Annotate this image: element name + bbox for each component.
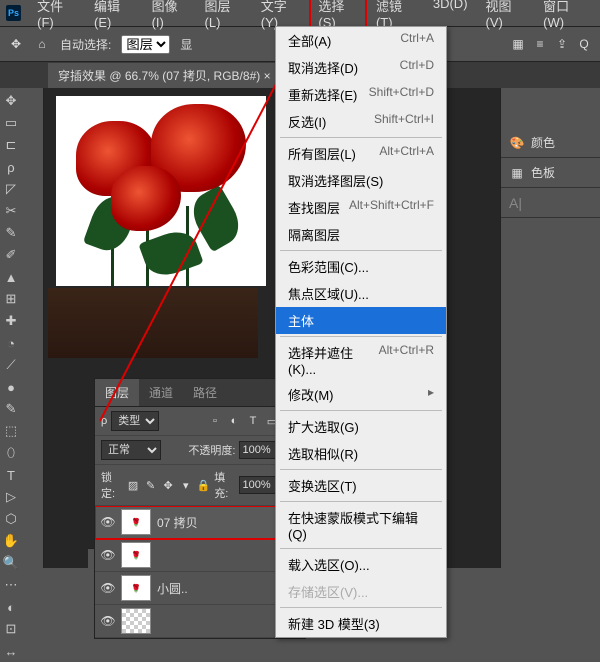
layer-row[interactable]: 👁🌹小圆.. bbox=[95, 572, 305, 605]
tool[interactable]: T bbox=[0, 464, 22, 486]
tool[interactable]: ρ bbox=[0, 156, 22, 178]
menu-item-新建 3D 模型(3)[interactable]: 新建 3D 模型(3) bbox=[276, 610, 446, 637]
layer-filter-type[interactable]: 类型 bbox=[111, 411, 159, 431]
menu-item-选取相似(R)[interactable]: 选取相似(R) bbox=[276, 440, 446, 467]
visibility-icon[interactable]: 👁 bbox=[101, 548, 115, 562]
menu-item-在快速蒙版模式下编辑(Q)[interactable]: 在快速蒙版模式下编辑(Q) bbox=[276, 504, 446, 546]
menu-item-色彩范围(C)...[interactable]: 色彩范围(C)... bbox=[276, 253, 446, 280]
visibility-icon[interactable]: 👁 bbox=[101, 581, 115, 595]
menu-item-反选(I)[interactable]: 反选(I)Shift+Ctrl+I bbox=[276, 108, 446, 135]
tool[interactable]: ● bbox=[0, 376, 22, 398]
blend-mode-select[interactable]: 正常 bbox=[101, 440, 161, 460]
fill-label: 填充: bbox=[214, 469, 235, 501]
tool[interactable]: ▭ bbox=[0, 112, 22, 134]
home-icon[interactable]: ⌂ bbox=[34, 36, 50, 52]
tool[interactable]: ⊡ bbox=[0, 618, 22, 640]
distribute-icon[interactable]: ≡ bbox=[532, 36, 548, 52]
tool[interactable]: ⊞ bbox=[0, 288, 22, 310]
align-icon[interactable]: ▦ bbox=[510, 36, 526, 52]
tool[interactable]: ✎ bbox=[0, 398, 22, 420]
close-icon[interactable]: × bbox=[264, 69, 271, 83]
filter-pixel-icon[interactable]: ▫ bbox=[207, 413, 223, 429]
menu-item-隔离图层[interactable]: 隔离图层 bbox=[276, 221, 446, 248]
menu-视图(V)[interactable]: 视图(V) bbox=[478, 0, 534, 34]
layers-tab-路径[interactable]: 路径 bbox=[183, 379, 227, 406]
panel-swatch[interactable]: ▦色板 bbox=[501, 158, 600, 188]
document-tab[interactable]: 穿插效果 @ 66.7% (07 拷贝, RGB/8#) × bbox=[48, 63, 282, 88]
menu-图层(L)[interactable]: 图层(L) bbox=[197, 0, 251, 34]
menu-item-修改(M)[interactable]: 修改(M)▸ bbox=[276, 381, 446, 408]
menu-item-取消选择(D)[interactable]: 取消选择(D)Ctrl+D bbox=[276, 54, 446, 81]
layer-row[interactable]: 👁🌹07 拷贝 bbox=[95, 506, 305, 539]
show-transform-label: 显 bbox=[180, 36, 192, 53]
move-tool-icon: ✥ bbox=[8, 36, 24, 52]
panel-palette[interactable]: 🎨颜色 bbox=[501, 128, 600, 158]
tool[interactable]: ↔ bbox=[0, 640, 22, 662]
visibility-icon[interactable]: 👁 bbox=[101, 515, 115, 529]
layer-row[interactable]: 👁🌹 bbox=[95, 539, 305, 572]
tool[interactable]: ⊏ bbox=[0, 134, 22, 156]
menu-item-变换选区(T)[interactable]: 变换选区(T) bbox=[276, 472, 446, 499]
tool[interactable]: ⬡ bbox=[0, 508, 22, 530]
tool[interactable]: ◸ bbox=[0, 178, 22, 200]
menu-item-载入选区(O)...[interactable]: 载入选区(O)... bbox=[276, 551, 446, 578]
swatch-icon: ▦ bbox=[509, 165, 525, 181]
tool[interactable]: ✋ bbox=[0, 530, 22, 552]
tool[interactable]: ⋯ bbox=[0, 574, 22, 596]
menu-文件(F)[interactable]: 文件(F) bbox=[29, 0, 84, 34]
opacity-label: 不透明度: bbox=[188, 442, 235, 458]
tool[interactable]: ✎ bbox=[0, 222, 22, 244]
menu-item-选择并遮住(K)...[interactable]: 选择并遮住(K)...Alt+Ctrl+R bbox=[276, 339, 446, 381]
lock-all-icon[interactable]: 🔒 bbox=[197, 477, 211, 493]
menu-窗口(W)[interactable]: 窗口(W) bbox=[535, 0, 594, 34]
auto-select-target[interactable]: 图层 bbox=[121, 35, 170, 54]
tool[interactable]: ▷ bbox=[0, 486, 22, 508]
menu-item-焦点区域(U)...[interactable]: 焦点区域(U)... bbox=[276, 280, 446, 307]
menu-item-取消选择图层(S)[interactable]: 取消选择图层(S) bbox=[276, 167, 446, 194]
menu-图像(I)[interactable]: 图像(I) bbox=[144, 0, 195, 34]
menu-item-扩大选取(G)[interactable]: 扩大选取(G) bbox=[276, 413, 446, 440]
layer-name[interactable]: 07 拷贝 bbox=[157, 514, 198, 531]
tool[interactable]: ⬚ bbox=[0, 420, 22, 442]
tool[interactable]: ✥ bbox=[0, 90, 22, 112]
palette-icon: 🎨 bbox=[509, 135, 525, 151]
menu-item-全部(A)[interactable]: 全部(A)Ctrl+A bbox=[276, 27, 446, 54]
filter-type-icon[interactable]: T bbox=[245, 413, 261, 429]
layers-tab-图层[interactable]: 图层 bbox=[95, 379, 139, 406]
visibility-icon[interactable]: 👁 bbox=[101, 614, 115, 628]
tool[interactable]: ◔ bbox=[0, 332, 22, 354]
menu-item-所有图层(L)[interactable]: 所有图层(L)Alt+Ctrl+A bbox=[276, 140, 446, 167]
select-menu-dropdown: 全部(A)Ctrl+A取消选择(D)Ctrl+D重新选择(E)Shift+Ctr… bbox=[275, 26, 447, 638]
lock-nesting-icon[interactable]: ▾ bbox=[179, 477, 193, 493]
auto-select-label: 自动选择: bbox=[60, 36, 111, 53]
tool[interactable]: ✚ bbox=[0, 310, 22, 332]
share-icon[interactable]: ⇪ bbox=[554, 36, 570, 52]
canvas[interactable] bbox=[56, 96, 266, 286]
filter-adj-icon[interactable]: ◐ bbox=[226, 413, 242, 429]
lock-brush-icon[interactable]: ✎ bbox=[144, 477, 158, 493]
app-logo: Ps bbox=[6, 5, 21, 21]
tool[interactable]: ▲ bbox=[0, 266, 22, 288]
layers-tab-通道[interactable]: 通道 bbox=[139, 379, 183, 406]
tool[interactable]: ✂ bbox=[0, 200, 22, 222]
tool[interactable]: 🔍 bbox=[0, 552, 22, 574]
tool[interactable]: ⬯ bbox=[0, 442, 22, 464]
menu-编辑(E)[interactable]: 编辑(E) bbox=[86, 0, 142, 34]
canvas-bottom bbox=[48, 288, 258, 358]
menu-item-查找图层[interactable]: 查找图层Alt+Shift+Ctrl+F bbox=[276, 194, 446, 221]
tool[interactable]: ◐ bbox=[0, 596, 22, 618]
tool[interactable]: ⟋ bbox=[0, 354, 22, 376]
layer-row[interactable]: 👁 bbox=[95, 605, 305, 638]
menu-item-存储选区(V)...[interactable]: 存储选区(V)... bbox=[276, 578, 446, 605]
search-icon[interactable]: Q bbox=[576, 36, 592, 52]
layer-name[interactable]: 小圆.. bbox=[157, 580, 188, 597]
lock-pixels-icon[interactable]: ▨ bbox=[126, 477, 140, 493]
tool[interactable]: ✐ bbox=[0, 244, 22, 266]
lock-position-icon[interactable]: ✥ bbox=[161, 477, 175, 493]
menu-item-重新选择(E)[interactable]: 重新选择(E)Shift+Ctrl+D bbox=[276, 81, 446, 108]
menu-item-主体[interactable]: 主体 bbox=[276, 307, 446, 334]
lock-label: 锁定: bbox=[101, 469, 122, 501]
